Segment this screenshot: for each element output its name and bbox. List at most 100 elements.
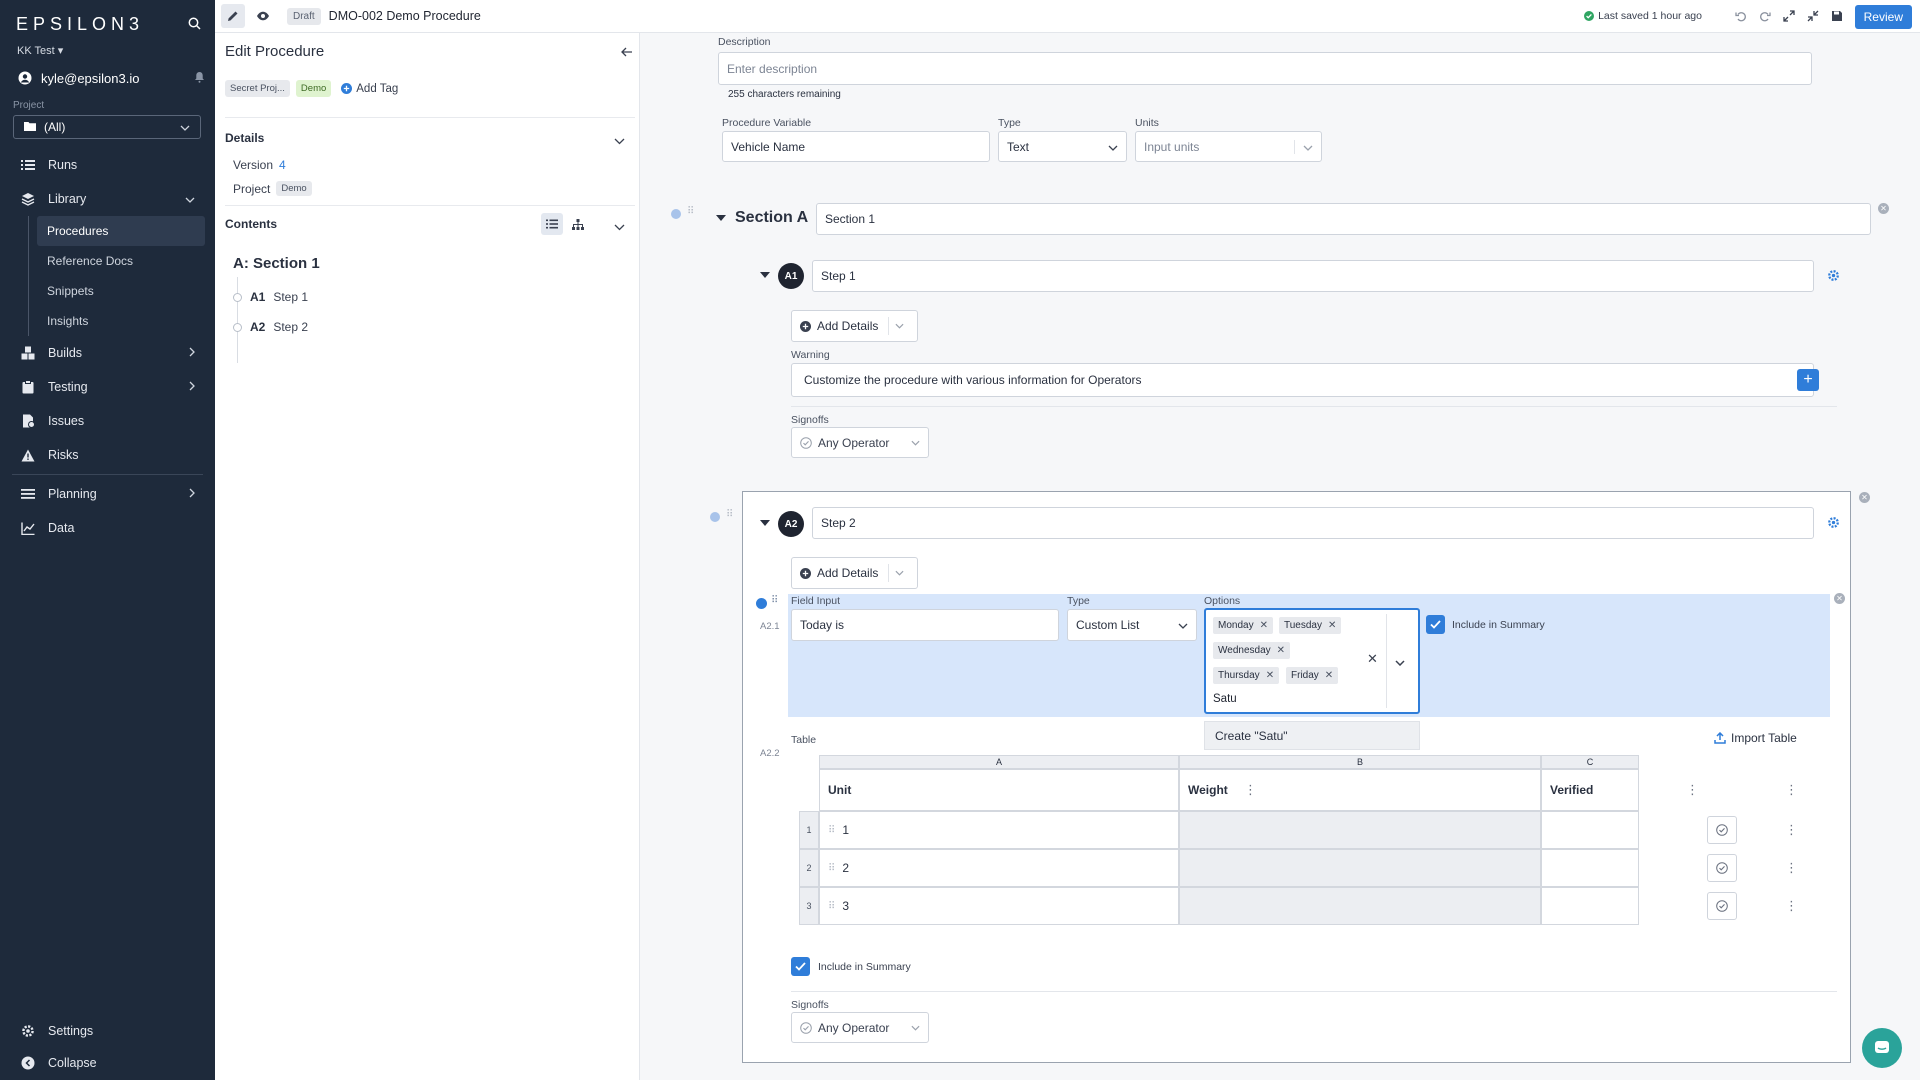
verify-button[interactable] bbox=[1707, 816, 1737, 844]
app-logo[interactable]: EPSILON3 bbox=[16, 14, 144, 35]
option-chip[interactable]: Friday ✕ bbox=[1286, 667, 1339, 684]
drag-handle-icon[interactable]: ⠿ bbox=[828, 901, 835, 912]
signoff-select[interactable]: Any Operator bbox=[791, 427, 929, 458]
remove-option-icon[interactable]: ✕ bbox=[1325, 670, 1333, 681]
nav-issues[interactable]: Issues bbox=[0, 404, 215, 438]
field-input-name[interactable]: Today is bbox=[791, 609, 1059, 641]
include-summary-checkbox[interactable] bbox=[1426, 615, 1445, 634]
edit-mode-button[interactable] bbox=[221, 4, 245, 28]
options-multiselect[interactable]: Monday ✕ Tuesday ✕ Wednesday ✕ Thursday ✕ Fr… bbox=[1204, 608, 1420, 714]
org-switcher[interactable]: KK Test ▾ bbox=[17, 44, 63, 57]
add-section-icon[interactable] bbox=[671, 209, 681, 219]
units-select[interactable]: Input units bbox=[1135, 131, 1322, 162]
nav-runs[interactable]: Runs bbox=[0, 148, 215, 182]
create-option-item[interactable]: Create "Satu" bbox=[1204, 721, 1420, 750]
step-toggle-icon[interactable] bbox=[760, 272, 770, 278]
drag-handle-icon[interactable]: ⠿ bbox=[726, 509, 733, 520]
add-step-icon[interactable] bbox=[710, 512, 720, 522]
undo-icon[interactable] bbox=[1734, 10, 1747, 25]
column-menu-icon[interactable]: ⋮ bbox=[1686, 783, 1699, 796]
step-name-input[interactable]: Step 2 bbox=[812, 507, 1814, 539]
details-header[interactable]: Details bbox=[225, 131, 264, 145]
verify-button[interactable] bbox=[1707, 854, 1737, 882]
section-toggle-icon[interactable] bbox=[716, 215, 726, 221]
nav-reference-docs[interactable]: Reference Docs bbox=[0, 246, 215, 276]
redo-icon[interactable] bbox=[1759, 10, 1771, 25]
import-table-button[interactable]: Import Table bbox=[1714, 731, 1797, 745]
add-content-icon[interactable] bbox=[756, 598, 767, 609]
step-toggle-icon[interactable] bbox=[760, 520, 770, 526]
tree-view-icon[interactable] bbox=[567, 213, 589, 235]
save-icon[interactable] bbox=[1831, 10, 1843, 25]
chevron-down-icon[interactable] bbox=[614, 219, 625, 234]
drag-handle-icon[interactable]: ⠿ bbox=[771, 595, 778, 606]
nav-risks[interactable]: Risks bbox=[0, 438, 215, 472]
remove-option-icon[interactable]: ✕ bbox=[1260, 620, 1268, 631]
drag-handle-icon[interactable]: ⠿ bbox=[828, 825, 835, 836]
add-content-button[interactable]: + bbox=[1797, 369, 1819, 391]
project-select[interactable]: (All) bbox=[13, 115, 201, 139]
toc-section-a[interactable]: A: Section 1 bbox=[233, 255, 320, 272]
remove-option-icon[interactable]: ✕ bbox=[1328, 620, 1336, 631]
drag-handle-icon[interactable]: ⠿ bbox=[828, 863, 835, 874]
verify-button[interactable] bbox=[1707, 892, 1737, 920]
nav-library[interactable]: Library bbox=[0, 182, 215, 216]
contents-header[interactable]: Contents bbox=[225, 217, 277, 231]
nav-settings[interactable]: Settings bbox=[0, 1014, 215, 1048]
row-menu-icon[interactable]: ⋮ bbox=[1785, 899, 1798, 912]
table-cell[interactable]: ⠿ 1 bbox=[819, 811, 1179, 849]
review-button[interactable]: Review bbox=[1854, 5, 1912, 29]
section-name-input[interactable]: Section 1 bbox=[816, 203, 1871, 235]
bell-icon[interactable] bbox=[194, 71, 205, 86]
toc-step-a2[interactable]: A2 Step 2 bbox=[233, 320, 308, 334]
nav-insights[interactable]: Insights bbox=[0, 306, 215, 336]
procedure-variable-input[interactable]: Vehicle Name bbox=[722, 131, 990, 162]
column-menu-icon[interactable]: ⋮ bbox=[1244, 783, 1257, 796]
chat-support-button[interactable] bbox=[1862, 1028, 1902, 1068]
field-type-select[interactable]: Custom List bbox=[1067, 609, 1197, 641]
nav-collapse[interactable]: Collapse bbox=[0, 1048, 215, 1078]
option-chip[interactable]: Tuesday ✕ bbox=[1279, 617, 1342, 634]
signoff-select[interactable]: Any Operator bbox=[791, 1012, 929, 1043]
column-menu-icon[interactable]: ⋮ bbox=[1785, 783, 1798, 796]
gear-icon[interactable] bbox=[1827, 516, 1840, 532]
view-mode-button[interactable] bbox=[251, 4, 275, 28]
row-menu-icon[interactable]: ⋮ bbox=[1785, 861, 1798, 874]
tag-demo[interactable]: Demo bbox=[295, 80, 332, 97]
clear-options-icon[interactable]: ✕ bbox=[1367, 651, 1378, 667]
chevron-down-icon[interactable] bbox=[614, 133, 625, 148]
nav-data[interactable]: Data bbox=[0, 511, 215, 545]
arrow-left-icon[interactable] bbox=[621, 45, 633, 60]
drag-handle-icon[interactable]: ⠿ bbox=[687, 206, 694, 217]
table-cell[interactable]: ⠿ 3 bbox=[819, 887, 1179, 925]
warning-input[interactable]: Customize the procedure with various inf… bbox=[791, 363, 1814, 397]
option-chip[interactable]: Thursday ✕ bbox=[1213, 667, 1280, 684]
remove-content-icon[interactable]: ✕ bbox=[1834, 593, 1845, 604]
row-menu-icon[interactable]: ⋮ bbox=[1785, 823, 1798, 836]
type-select[interactable]: Text bbox=[998, 131, 1127, 162]
remove-option-icon[interactable]: ✕ bbox=[1266, 670, 1274, 681]
add-details-button[interactable]: Add Details bbox=[791, 310, 918, 342]
toc-step-a1[interactable]: A1 Step 1 bbox=[233, 290, 308, 304]
nav-snippets[interactable]: Snippets bbox=[0, 276, 215, 306]
options-typed-text[interactable]: Satu bbox=[1213, 693, 1237, 705]
add-tag-button[interactable]: Add Tag bbox=[341, 83, 398, 95]
gear-icon[interactable] bbox=[1827, 269, 1840, 285]
nav-procedures[interactable]: Procedures bbox=[37, 216, 205, 246]
include-summary-checkbox[interactable] bbox=[791, 957, 810, 976]
list-view-icon[interactable] bbox=[541, 213, 563, 235]
step-name-input[interactable]: Step 1 bbox=[812, 260, 1814, 292]
chevron-down-icon[interactable] bbox=[1395, 654, 1405, 669]
expand-icon[interactable] bbox=[1782, 9, 1795, 25]
option-chip[interactable]: Wednesday ✕ bbox=[1213, 642, 1291, 659]
option-chip[interactable]: Monday ✕ bbox=[1213, 617, 1273, 634]
nav-testing[interactable]: Testing bbox=[0, 370, 215, 404]
add-details-button[interactable]: Add Details bbox=[791, 557, 918, 589]
user-menu[interactable]: kyle@epsilon3.io bbox=[17, 70, 205, 86]
nav-planning[interactable]: Planning bbox=[0, 477, 215, 511]
compress-icon[interactable] bbox=[1807, 10, 1819, 25]
description-input[interactable]: Enter description bbox=[718, 52, 1812, 85]
tag-secret-project[interactable]: Secret Proj... bbox=[225, 80, 290, 97]
remove-option-icon[interactable]: ✕ bbox=[1277, 645, 1285, 656]
nav-builds[interactable]: Builds bbox=[0, 336, 215, 370]
